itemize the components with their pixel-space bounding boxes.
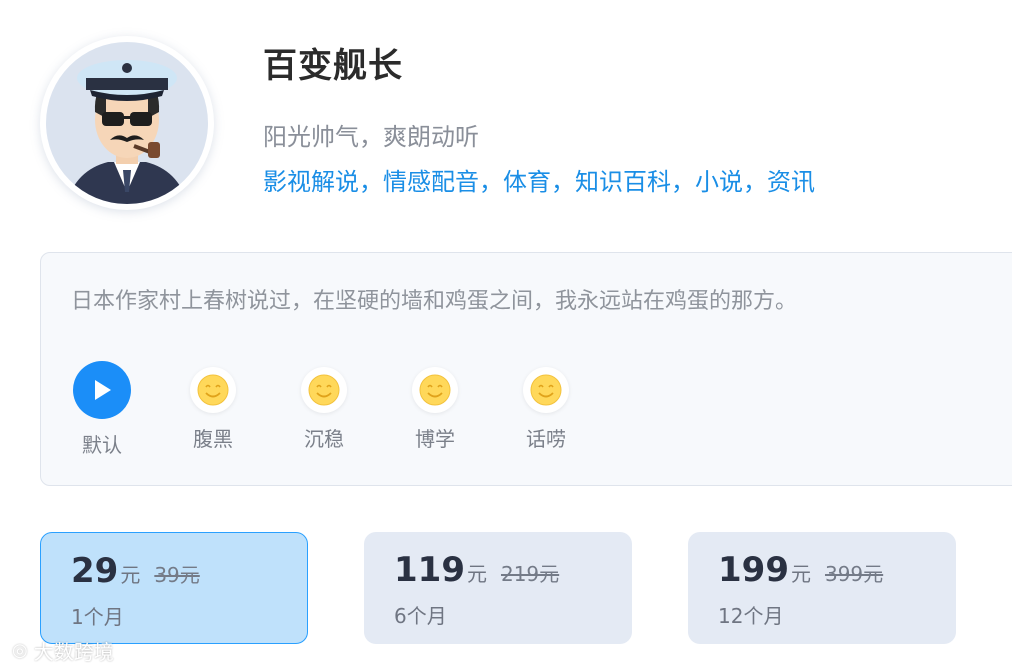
style-label: 话唠 <box>526 427 566 451</box>
price-row: 199 元 399元 <box>718 550 926 590</box>
voice-description: 阳光帅气，爽朗动听 <box>263 123 479 151</box>
original-price: 219元 <box>500 562 560 586</box>
plan-duration: 12个月 <box>718 604 784 628</box>
captain-avatar-illustration <box>46 42 208 204</box>
plan-card-6-months[interactable]: 119 元 219元 6个月 <box>364 532 632 644</box>
plan-price: 199 <box>718 550 789 590</box>
original-price: 39元 <box>154 563 200 587</box>
price-row: 119 元 219元 <box>394 550 602 590</box>
smile-icon <box>412 367 458 413</box>
style-label: 沉稳 <box>304 427 344 451</box>
style-label: 腹黑 <box>193 427 233 451</box>
style-item-default[interactable]: 默认 <box>67 361 137 458</box>
style-item-chenwen[interactable]: 沉稳 <box>289 361 359 452</box>
plan-duration: 6个月 <box>394 604 447 628</box>
plan-duration: 1个月 <box>71 605 124 629</box>
price-unit: 元 <box>120 563 141 587</box>
voice-tags: 影视解说，情感配音，体育，知识百科，小说，资讯 <box>263 168 815 196</box>
price-unit: 元 <box>466 562 487 586</box>
plan-card-1-month[interactable]: 29 元 39元 1个月 <box>40 532 308 644</box>
smile-icon <box>301 367 347 413</box>
plan-card-12-months[interactable]: 199 元 399元 12个月 <box>688 532 956 644</box>
watermark-logo-icon: ◎ <box>12 640 28 661</box>
watermark: ◎ 大数跨境 <box>12 636 114 665</box>
smile-icon <box>523 367 569 413</box>
captain-avatar <box>40 36 214 210</box>
play-button[interactable] <box>73 361 131 419</box>
plan-price: 29 <box>71 551 119 591</box>
style-item-boxue[interactable]: 博学 <box>400 361 470 452</box>
smile-icon <box>190 367 236 413</box>
style-item-hualao[interactable]: 话唠 <box>511 361 581 452</box>
sample-quote: 日本作家村上春树说过，在坚硬的墙和鸡蛋之间，我永远站在鸡蛋的那方。 <box>71 289 798 314</box>
play-icon <box>95 380 111 400</box>
price-unit: 元 <box>790 562 811 586</box>
price-row: 29 元 39元 <box>71 551 277 591</box>
original-price: 399元 <box>824 562 884 586</box>
plan-list: 29 元 39元 1个月 119 元 219元 6个月 199 元 399元 1… <box>40 532 1000 646</box>
style-label: 博学 <box>415 427 455 451</box>
style-item-fuhei[interactable]: 腹黑 <box>178 361 248 452</box>
voice-name: 百变舰长 <box>263 46 403 86</box>
watermark-text: 大数跨境 <box>33 640 114 664</box>
plan-price: 119 <box>394 550 465 590</box>
style-list: 默认 腹黑 沉稳 博学 话唠 <box>67 361 627 461</box>
sample-card: 日本作家村上春树说过，在坚硬的墙和鸡蛋之间，我永远站在鸡蛋的那方。 默认 腹黑 <box>40 252 1012 486</box>
style-label: 默认 <box>82 433 122 457</box>
